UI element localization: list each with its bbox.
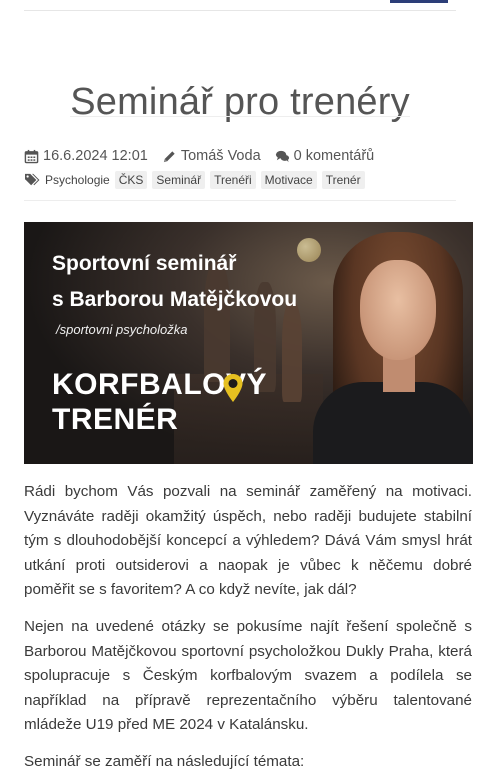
post-date: 16.6.2024 12:01: [24, 148, 148, 164]
location-pin-icon: [223, 374, 243, 402]
post-date-text: 16.6.2024 12:01: [43, 148, 148, 164]
title-divider: [70, 116, 410, 117]
header-accent-bar: [390, 0, 448, 3]
banner-subtitle: /sportovni psycholožka: [56, 322, 188, 337]
page-title: Seminář pro trenéry: [70, 81, 410, 124]
speaker-photo: [303, 232, 473, 464]
banner-headline-2: s Barborou Matějčkovou: [52, 288, 298, 311]
tag-list: Psychologie ČKS Seminář Trenéři Motivace…: [24, 171, 456, 189]
post-author[interactable]: Tomáš Voda: [162, 148, 261, 164]
top-divider: [24, 10, 456, 11]
tag-trener[interactable]: Trenér: [321, 171, 365, 189]
tag-psychologie[interactable]: Psychologie: [45, 171, 110, 189]
comments-link[interactable]: 0 komentářů: [294, 148, 375, 164]
tags-icon: [24, 173, 40, 187]
banner-headline-1: Sportovní seminář: [52, 252, 237, 275]
author-link[interactable]: Tomáš Voda: [181, 148, 261, 164]
comments-icon: [275, 149, 290, 164]
meta-divider: [24, 200, 456, 201]
tag-motivace[interactable]: Motivace: [260, 171, 317, 189]
logo-text-line-2: TRENÉR: [52, 403, 179, 436]
paragraph-topics-intro: Seminář se zaměří na následující témata:: [24, 753, 305, 770]
tag-seminar[interactable]: Seminář: [152, 171, 206, 189]
pencil-icon: [162, 149, 177, 164]
post-comments[interactable]: 0 komentářů: [275, 148, 375, 164]
tag-treneri[interactable]: Trenéři: [210, 171, 256, 189]
paragraph-intro: Rádi bychom Vás pozvali na seminář zaměř…: [24, 483, 472, 598]
calendar-icon: [24, 149, 39, 164]
paragraph-speaker: Nejen na uvedené otázky se pokusíme nají…: [24, 618, 472, 733]
hero-banner-image: Sportovní seminář s Barborou Matějčkovou…: [24, 222, 473, 464]
tag-cks[interactable]: ČKS: [114, 171, 148, 189]
post-meta: 16.6.2024 12:01 Tomáš Voda 0 komentářů: [24, 148, 456, 164]
